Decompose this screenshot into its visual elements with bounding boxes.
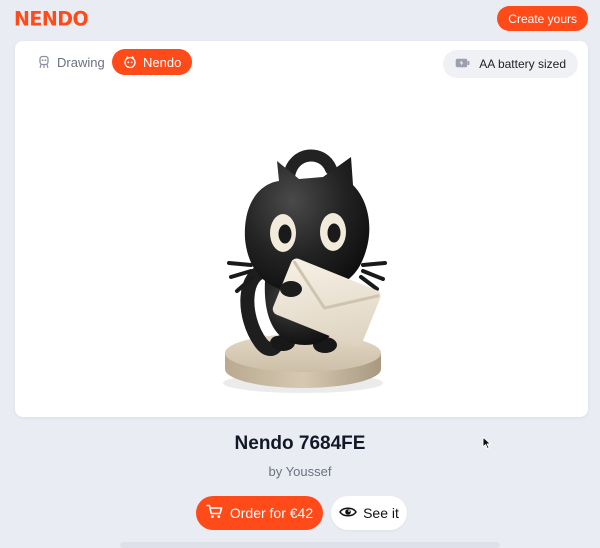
cart-icon xyxy=(206,504,223,522)
order-button-label: Order for €42 xyxy=(229,505,314,521)
order-button[interactable]: Order for €42 xyxy=(196,496,323,530)
drawing-icon xyxy=(37,55,51,69)
nendo-logo[interactable]: NENDO xyxy=(14,7,89,30)
mouse-cursor-icon xyxy=(482,436,492,455)
figure-image xyxy=(203,121,403,406)
top-bar: NENDO Create yours xyxy=(0,0,600,36)
see-it-label: See it xyxy=(363,505,399,521)
creator-byline: by Youssef xyxy=(268,464,332,479)
nendo-icon xyxy=(123,55,137,69)
see-it-button[interactable]: See it xyxy=(331,496,407,530)
size-badge-label: AA battery sized xyxy=(479,57,566,71)
tab-drawing[interactable]: Drawing xyxy=(33,49,109,75)
tab-nendo[interactable]: Nendo xyxy=(112,49,193,75)
product-title: Nendo 7684FE xyxy=(234,433,366,454)
create-yours-button[interactable]: Create yours xyxy=(497,6,588,31)
tab-nendo-label: Nendo xyxy=(143,54,182,70)
eye-icon xyxy=(339,505,357,521)
bottom-panel-edge xyxy=(120,542,500,548)
battery-icon xyxy=(455,57,470,71)
preview-card: Drawing Nendo AA battery sized xyxy=(15,41,588,417)
tab-drawing-label: Drawing xyxy=(57,54,105,70)
size-badge: AA battery sized xyxy=(443,50,578,78)
